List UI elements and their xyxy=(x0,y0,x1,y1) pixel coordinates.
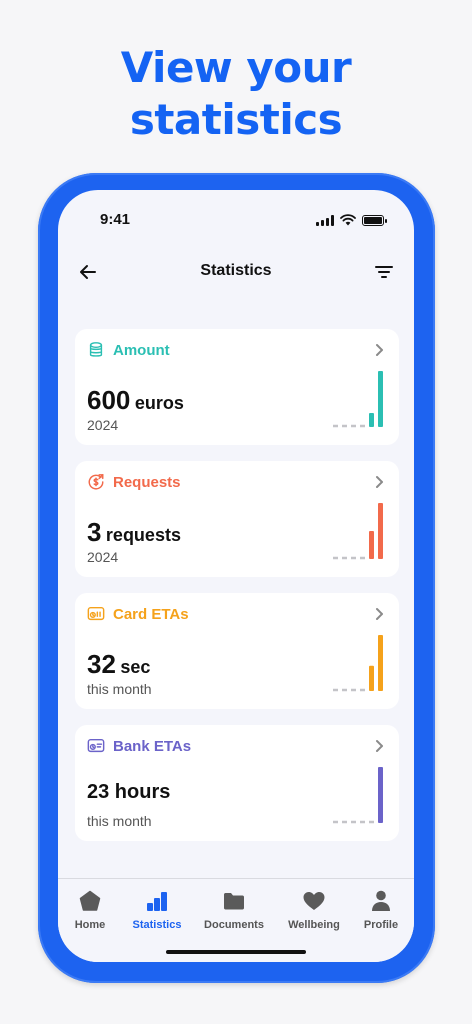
folder-icon xyxy=(224,893,244,910)
stat-card-amount[interactable]: Amount 600 euros 2024 xyxy=(75,329,399,445)
card-period: 2024 xyxy=(87,417,119,433)
card-period: this month xyxy=(87,681,152,697)
chevron-right-icon[interactable] xyxy=(371,474,387,490)
chevron-right-icon[interactable] xyxy=(371,606,387,622)
value-unit: euros xyxy=(134,393,184,413)
bank-clock-icon xyxy=(87,738,105,753)
signal-icon xyxy=(316,215,334,226)
tab-label: Wellbeing xyxy=(288,919,340,931)
headline-line-2: statistics xyxy=(129,95,343,144)
card-header: Card ETAs xyxy=(87,605,189,623)
bar xyxy=(378,371,383,427)
bar xyxy=(369,413,374,427)
nav-bar: Statistics xyxy=(58,252,414,292)
status-bar: 9:41 xyxy=(58,190,414,250)
tab-documents[interactable]: Documents xyxy=(199,889,269,931)
tab-label: Home xyxy=(74,919,106,931)
tab-label: Profile xyxy=(363,919,399,931)
card-value: 23 hours xyxy=(87,781,170,804)
page-title: Statistics xyxy=(200,262,272,279)
status-icons xyxy=(316,214,387,226)
battery-icon xyxy=(362,215,387,226)
tab-label: Statistics xyxy=(132,919,182,931)
status-time: 9:41 xyxy=(100,211,131,228)
tab-home[interactable]: Home xyxy=(58,889,125,931)
card-header: Bank ETAs xyxy=(87,737,191,755)
person-icon xyxy=(372,890,390,911)
mini-bar-chart xyxy=(333,635,383,692)
card-label: Requests xyxy=(113,473,181,491)
stat-card-card-etas[interactable]: Card ETAs 32 sec this month xyxy=(75,593,399,709)
bar xyxy=(378,503,383,559)
value-unit: requests xyxy=(105,525,181,545)
bar xyxy=(369,665,374,691)
statistics-icon xyxy=(147,892,167,911)
filter-icon[interactable] xyxy=(372,260,396,284)
tab-label: Documents xyxy=(204,919,264,931)
bar xyxy=(378,767,383,823)
bar xyxy=(378,635,383,691)
phone-screen: 9:41 Statistics Amount 600 euros 2024 Re… xyxy=(58,190,414,962)
bar xyxy=(369,531,374,559)
coins-stack-icon xyxy=(89,342,103,357)
home-icon xyxy=(79,890,101,911)
card-period: 2024 xyxy=(87,549,119,565)
wifi-icon xyxy=(340,214,356,226)
card-label: Amount xyxy=(113,341,170,359)
tab-profile[interactable]: Profile xyxy=(346,889,414,931)
value-number: 32 xyxy=(87,649,116,679)
card-value: 3 requests xyxy=(87,517,181,548)
stat-card-bank-etas[interactable]: Bank ETAs 23 hours this month xyxy=(75,725,399,841)
card-label: Bank ETAs xyxy=(113,737,192,755)
value-unit: sec xyxy=(120,657,151,677)
headline-line-1: View your xyxy=(120,43,352,92)
dollar-cycle-icon xyxy=(88,474,104,490)
card-header: Requests xyxy=(87,473,181,491)
value-number: 23 hours xyxy=(87,781,171,803)
mini-bar-chart xyxy=(333,371,383,428)
tab-wellbeing[interactable]: Wellbeing xyxy=(279,889,349,931)
card-value: 32 sec xyxy=(87,649,150,680)
home-indicator xyxy=(166,950,306,954)
card-clock-icon xyxy=(87,606,105,621)
heart-icon xyxy=(303,892,325,910)
card-header: Amount xyxy=(87,341,170,359)
card-label: Card ETAs xyxy=(113,605,189,623)
stat-card-requests[interactable]: Requests 3 requests 2024 xyxy=(75,461,399,577)
chevron-right-icon[interactable] xyxy=(371,738,387,754)
chevron-right-icon[interactable] xyxy=(371,342,387,358)
value-number: 600 xyxy=(87,385,131,415)
mini-bar-chart xyxy=(333,767,383,824)
mini-bar-chart xyxy=(333,503,383,560)
card-value: 600 euros xyxy=(87,385,184,416)
value-number: 3 xyxy=(87,517,102,547)
tab-statistics[interactable]: Statistics xyxy=(122,889,192,931)
card-period: this month xyxy=(87,813,152,829)
promo-headline: View your statistics xyxy=(0,42,472,146)
